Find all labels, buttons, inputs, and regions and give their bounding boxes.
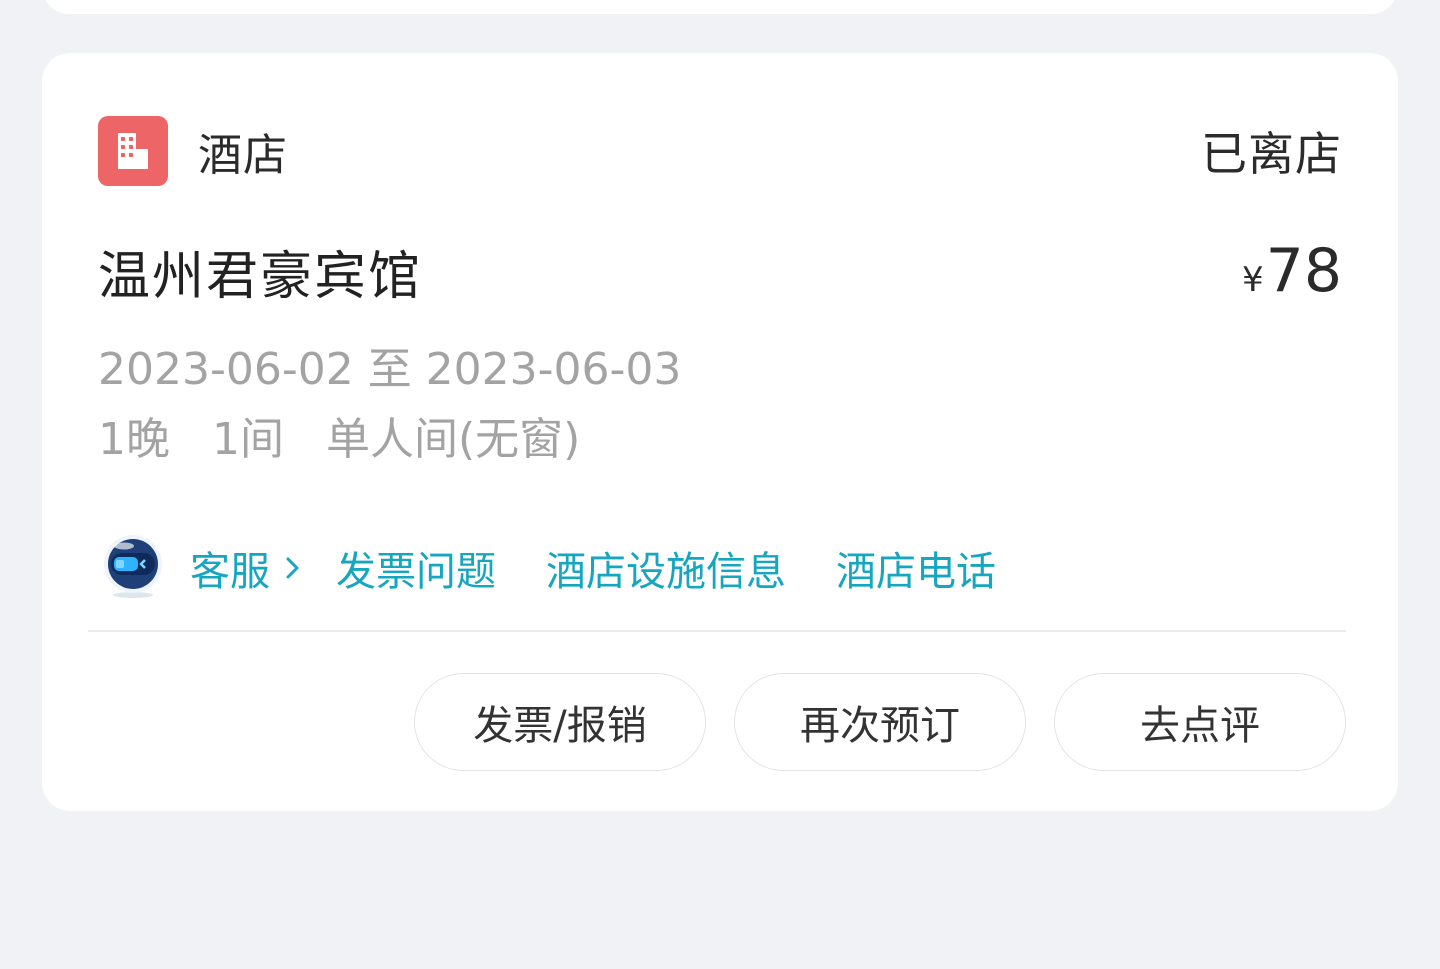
order-actions: 发票/报销 再次预订 去点评 [386,673,1346,771]
stay-details: 1晚 1间 单人间(无窗) [98,403,622,467]
hotel-facilities-link[interactable]: 酒店设施信息 [546,539,786,597]
currency-symbol: ¥ [1242,260,1264,300]
order-header: 酒店 已离店 [98,116,1342,186]
hotel-phone-link[interactable]: 酒店电话 [836,539,996,597]
order-category: 酒店 [98,116,288,186]
category-label: 酒店 [198,130,288,181]
quick-links: 客服 发票问题 酒店设施信息 酒店电话 [98,533,1046,603]
previous-order-card [42,0,1398,14]
price-value: 78 [1265,236,1342,306]
room-type: 单人间(无窗) [326,414,581,465]
nights-count: 1晚 [98,414,170,465]
stay-dates: 2023-06-02 至 2023-06-03 [98,344,682,395]
order-price: ¥ 78 [1242,236,1342,306]
review-button[interactable]: 去点评 [1054,673,1346,771]
card-divider [88,630,1346,632]
invoice-issue-link[interactable]: 发票问题 [336,539,496,597]
rooms-count: 1间 [212,414,284,465]
rebook-button[interactable]: 再次预订 [734,673,1026,771]
chevron-right-icon [286,557,299,579]
order-status: 已离店 [1201,127,1342,181]
hotel-name[interactable]: 温州君豪宾馆 [98,234,422,309]
order-card[interactable]: 酒店 已离店 温州君豪宾馆 ¥ 78 2023-06-02 至 2023-06-… [42,53,1398,811]
customer-service-link[interactable]: 客服 [190,539,304,597]
hotel-title-row: 温州君豪宾馆 ¥ 78 [98,231,1342,311]
hotel-building-icon [98,116,168,186]
customer-service-label: 客服 [190,549,270,595]
invoice-reimburse-button[interactable]: 发票/报销 [414,673,706,771]
robot-avatar-icon[interactable] [98,533,168,603]
